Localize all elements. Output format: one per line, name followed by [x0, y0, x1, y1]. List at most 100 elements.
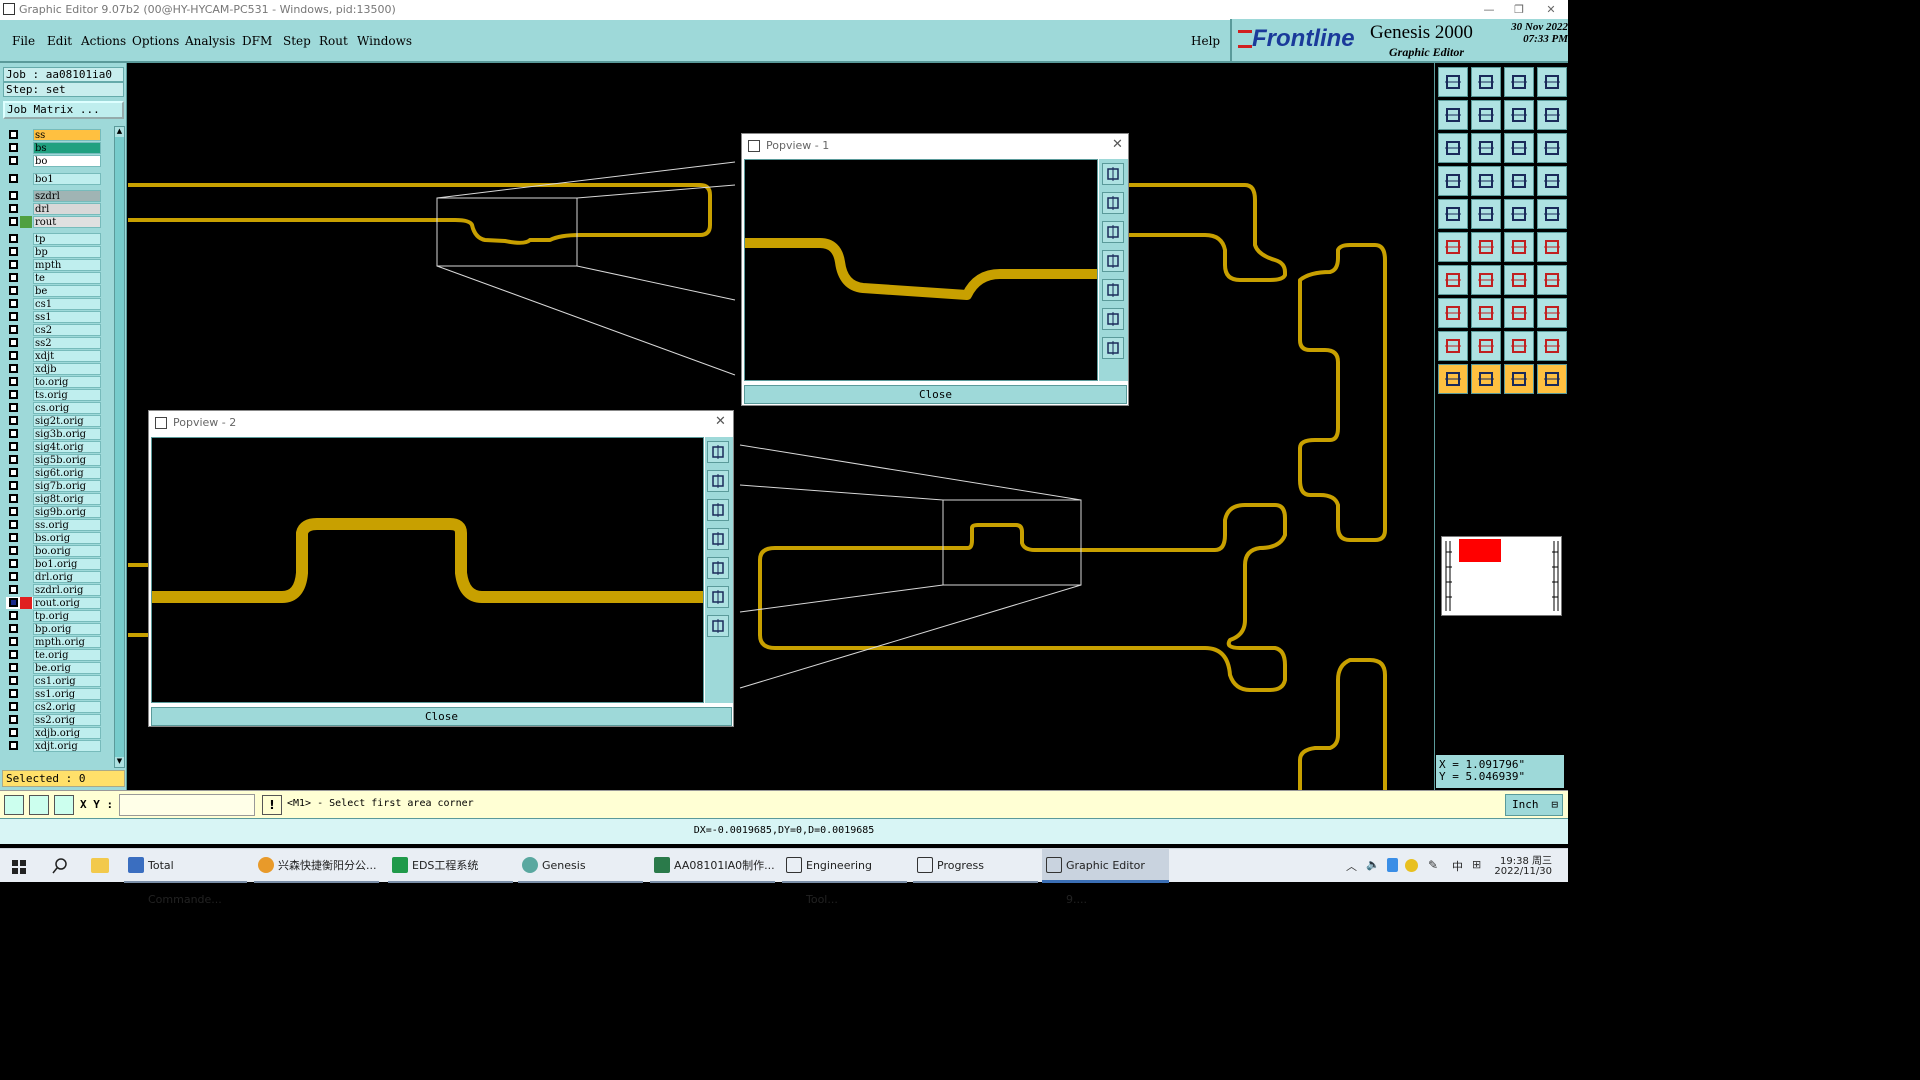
menu-options[interactable]: Options	[132, 34, 179, 48]
zoom-back-icon[interactable]	[1504, 100, 1534, 130]
layer-checkbox[interactable]	[9, 741, 18, 750]
zoom-out-icon[interactable]	[707, 499, 729, 521]
layer-name[interactable]: bp	[33, 246, 101, 258]
layer-checkbox[interactable]	[9, 637, 18, 646]
layer-checkbox[interactable]	[9, 611, 18, 620]
layer-row[interactable]: bs	[6, 142, 101, 154]
pointer-icon[interactable]	[1438, 364, 1468, 394]
layer-row[interactable]: bs.orig	[6, 532, 101, 544]
multi-select-icon[interactable]	[1537, 364, 1567, 394]
layer-list-scrollbar[interactable]: ▲ ▼	[114, 126, 125, 768]
layer-name[interactable]: cs2	[33, 324, 101, 336]
tray-app-icon[interactable]	[1387, 858, 1398, 872]
measure-icon[interactable]	[29, 795, 49, 815]
layer-name[interactable]: bo1.orig	[33, 558, 101, 570]
pen-a-icon[interactable]	[1471, 331, 1501, 361]
layer-checkbox[interactable]	[9, 286, 18, 295]
layer-checkbox[interactable]	[9, 338, 18, 347]
menu-edit[interactable]: Edit	[47, 34, 72, 48]
layer-row[interactable]: ss.orig	[6, 519, 101, 531]
search-icon[interactable]	[52, 858, 68, 874]
snap-icon[interactable]	[1438, 166, 1468, 196]
layer-row[interactable]: sig3b.orig	[6, 428, 101, 440]
layer-row[interactable]: szdrl	[6, 190, 101, 202]
taskbar-item-graphic-editor[interactable]: Graphic Editor 9....	[1042, 849, 1169, 906]
layer-row[interactable]: xdjt	[6, 350, 101, 362]
layer-name[interactable]: cs1	[33, 298, 101, 310]
layer-row[interactable]: be.orig	[6, 662, 101, 674]
layer-row[interactable]: sig2t.orig	[6, 415, 101, 427]
layer-row[interactable]: rout.orig	[6, 597, 101, 609]
layer-name[interactable]: te	[33, 272, 101, 284]
layer-name[interactable]: xdjt	[33, 350, 101, 362]
menu-windows[interactable]: Windows	[357, 34, 412, 48]
select-pointer-icon[interactable]	[1471, 364, 1501, 394]
layer-row[interactable]: cs2.orig	[6, 701, 101, 713]
layer-row[interactable]: te	[6, 272, 101, 284]
menu-analysis[interactable]: Analysis	[185, 34, 235, 48]
scroll-up-icon[interactable]: ▲	[115, 127, 124, 137]
popview-1-close-icon[interactable]: ✕	[1112, 137, 1123, 152]
layer-checkbox[interactable]	[9, 191, 18, 200]
record-icon[interactable]	[1537, 199, 1567, 229]
volume-icon[interactable]: 🔈	[1366, 858, 1380, 871]
units-selector[interactable]: Inch ⊟	[1505, 794, 1563, 816]
layer-row[interactable]: mpth	[6, 259, 101, 271]
layer-row[interactable]: bo.orig	[6, 545, 101, 557]
popview-2-close-button[interactable]: Close	[151, 707, 732, 726]
layer-checkbox[interactable]	[9, 429, 18, 438]
layer-name[interactable]: szdrl.orig	[33, 584, 101, 596]
layer-checkbox[interactable]	[9, 728, 18, 737]
network-icon[interactable]: ⊞	[1472, 858, 1481, 871]
layer-name[interactable]: bo.orig	[33, 545, 101, 557]
zoom-in-icon[interactable]	[707, 470, 729, 492]
layer-row[interactable]: ts.orig	[6, 389, 101, 401]
layer-name[interactable]: rout.orig	[33, 597, 101, 609]
layer-name[interactable]: to.orig	[33, 376, 101, 388]
layer-checkbox[interactable]	[9, 364, 18, 373]
layer-checkbox[interactable]	[9, 468, 18, 477]
pan-left-icon[interactable]	[1102, 250, 1124, 272]
move-icon[interactable]	[1438, 298, 1468, 328]
connect-icon[interactable]	[1438, 232, 1468, 262]
layer-name[interactable]: ts.orig	[33, 389, 101, 401]
layer-checkbox[interactable]	[9, 130, 18, 139]
layer-checkbox[interactable]	[9, 217, 18, 226]
group-icon[interactable]	[1504, 298, 1534, 328]
align-icon[interactable]	[1537, 265, 1567, 295]
zoom-home-icon[interactable]	[1102, 337, 1124, 359]
layer-row[interactable]: bo1.orig	[6, 558, 101, 570]
layer-checkbox[interactable]	[9, 546, 18, 555]
layer-checkbox[interactable]	[9, 312, 18, 321]
popview-2-close-icon[interactable]: ✕	[715, 414, 726, 429]
layer-checkbox[interactable]	[9, 156, 18, 165]
layer-name[interactable]: mpth.orig	[33, 636, 101, 648]
layer-checkbox[interactable]	[9, 689, 18, 698]
zoom-out-icon[interactable]	[1471, 67, 1501, 97]
taskbar-item-total-commander[interactable]: Total Commande...	[124, 849, 247, 906]
layer-row[interactable]: ss1.orig	[6, 688, 101, 700]
menu-step[interactable]: Step	[283, 34, 311, 48]
layer-checkbox[interactable]	[9, 247, 18, 256]
layer-checkbox[interactable]	[9, 390, 18, 399]
layer-checkbox[interactable]	[9, 715, 18, 724]
layer-row[interactable]: be	[6, 285, 101, 297]
layer-name[interactable]: bo1	[33, 173, 101, 185]
layer-row[interactable]: drl	[6, 203, 101, 215]
split-view-icon[interactable]	[1537, 67, 1567, 97]
zoom-out-icon[interactable]	[1102, 221, 1124, 243]
layer-checkbox[interactable]	[9, 533, 18, 542]
menu-help[interactable]: Help	[1191, 34, 1220, 48]
text-icon[interactable]	[1504, 331, 1534, 361]
layer-row[interactable]: rout	[6, 216, 101, 228]
layer-row[interactable]: ss2	[6, 337, 101, 349]
measure-icon[interactable]	[1504, 199, 1534, 229]
layer-row[interactable]: cs1	[6, 298, 101, 310]
taskbar-item-excel[interactable]: AA08101IA0制作...	[650, 849, 775, 883]
arc-icon[interactable]	[1471, 199, 1501, 229]
layer-name[interactable]: bo	[33, 155, 101, 167]
pan-left-icon[interactable]	[707, 528, 729, 550]
select-net-icon[interactable]	[1504, 166, 1534, 196]
layer-name[interactable]: mpth	[33, 259, 101, 271]
rotate-icon[interactable]	[1504, 265, 1534, 295]
